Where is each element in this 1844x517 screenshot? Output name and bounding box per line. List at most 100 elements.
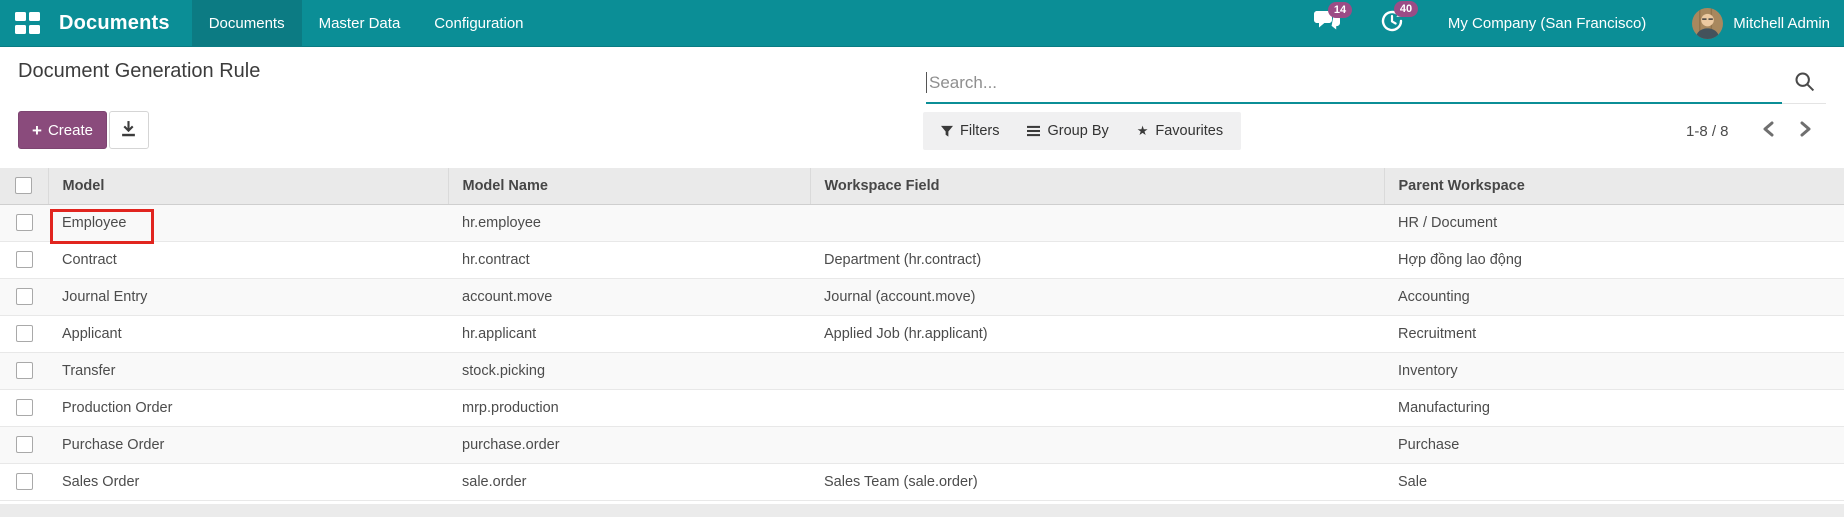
table-row[interactable]: Contract hr.contract Department (hr.cont…: [0, 241, 1844, 278]
row-checkbox-cell: [0, 204, 48, 241]
row-checkbox-cell: [0, 426, 48, 463]
cell-parent-workspace[interactable]: Hợp đồng lao động: [1384, 241, 1844, 278]
company-switcher[interactable]: My Company (San Francisco): [1448, 15, 1646, 32]
apps-grid-icon[interactable]: [15, 12, 41, 34]
cell-model-name[interactable]: stock.picking: [448, 352, 810, 389]
column-header-parent-workspace[interactable]: Parent Workspace: [1384, 168, 1844, 204]
table-row[interactable]: Employee hr.employee HR / Document: [0, 204, 1844, 241]
cell-parent-workspace[interactable]: Recruitment: [1384, 315, 1844, 352]
bottom-strip: [0, 504, 1844, 517]
filters-label: Filters: [960, 123, 999, 139]
cell-model[interactable]: Journal Entry: [48, 278, 448, 315]
pager-next-button[interactable]: [1793, 118, 1819, 144]
top-navbar: Documents Documents Master Data Configur…: [0, 0, 1844, 47]
cell-model[interactable]: Employee: [48, 204, 448, 241]
list-view: Model Model Name Workspace Field Parent …: [0, 168, 1844, 501]
control-panel: Document Generation Rule + Create Search…: [0, 47, 1844, 168]
table-row[interactable]: Journal Entry account.move Journal (acco…: [0, 278, 1844, 315]
cell-parent-workspace[interactable]: HR / Document: [1384, 204, 1844, 241]
select-all-checkbox[interactable]: [15, 177, 32, 194]
filters-button[interactable]: Filters: [941, 123, 999, 139]
table-row[interactable]: Sales Order sale.order Sales Team (sale.…: [0, 463, 1844, 500]
search-input[interactable]: Search...: [926, 63, 1782, 104]
create-button[interactable]: + Create: [18, 111, 107, 149]
row-checkbox[interactable]: [16, 325, 33, 342]
row-checkbox[interactable]: [16, 436, 33, 453]
table-row[interactable]: Transfer stock.picking Inventory: [0, 352, 1844, 389]
cell-workspace-field[interactable]: [810, 204, 1384, 241]
app-brand: Documents: [59, 12, 170, 35]
row-checkbox[interactable]: [16, 362, 33, 379]
cell-model[interactable]: Applicant: [48, 315, 448, 352]
cell-model[interactable]: Purchase Order: [48, 426, 448, 463]
cell-model[interactable]: Production Order: [48, 389, 448, 426]
activities-button[interactable]: 40: [1380, 9, 1404, 38]
row-checkbox[interactable]: [16, 399, 33, 416]
menu-item-configuration[interactable]: Configuration: [417, 0, 540, 47]
user-avatar[interactable]: [1692, 8, 1723, 39]
group-by-lines-icon: [1027, 125, 1040, 137]
chevron-left-icon: [1762, 121, 1774, 142]
export-button[interactable]: [109, 111, 149, 149]
star-icon: ★: [1137, 123, 1149, 139]
cell-model-name[interactable]: hr.contract: [448, 241, 810, 278]
chat-bubbles-icon: [1314, 19, 1340, 36]
row-checkbox[interactable]: [16, 251, 33, 268]
page-title: Document Generation Rule: [18, 60, 260, 83]
cell-parent-workspace[interactable]: Sale: [1384, 463, 1844, 500]
activities-count-badge: 40: [1394, 1, 1418, 17]
create-button-label: Create: [48, 122, 93, 139]
row-checkbox[interactable]: [16, 288, 33, 305]
cell-model-name[interactable]: account.move: [448, 278, 810, 315]
cell-model-name[interactable]: sale.order: [448, 463, 810, 500]
cell-model[interactable]: Contract: [48, 241, 448, 278]
cell-workspace-field[interactable]: Applied Job (hr.applicant): [810, 315, 1384, 352]
cell-parent-workspace[interactable]: Manufacturing: [1384, 389, 1844, 426]
cell-model-name[interactable]: hr.employee: [448, 204, 810, 241]
funnel-icon: [941, 125, 953, 138]
cell-parent-workspace[interactable]: Accounting: [1384, 278, 1844, 315]
row-checkbox-cell: [0, 278, 48, 315]
navbar-left: Documents Documents Master Data Configur…: [0, 0, 541, 46]
table-row[interactable]: Production Order mrp.production Manufact…: [0, 389, 1844, 426]
cell-model[interactable]: Sales Order: [48, 463, 448, 500]
cell-workspace-field[interactable]: Department (hr.contract): [810, 241, 1384, 278]
search-placeholder: Search...: [929, 73, 997, 93]
cell-model-name[interactable]: hr.applicant: [448, 315, 810, 352]
table-row[interactable]: Applicant hr.applicant Applied Job (hr.a…: [0, 315, 1844, 352]
action-buttons: + Create: [18, 111, 149, 149]
user-menu[interactable]: Mitchell Admin: [1733, 15, 1830, 32]
filter-toolbar: Filters Group By ★ Favourites: [923, 112, 1241, 150]
cell-model[interactable]: Transfer: [48, 352, 448, 389]
messages-button[interactable]: 14: [1314, 10, 1340, 37]
row-checkbox-cell: [0, 315, 48, 352]
row-checkbox[interactable]: [16, 473, 33, 490]
cell-workspace-field[interactable]: [810, 389, 1384, 426]
cell-parent-workspace[interactable]: Inventory: [1384, 352, 1844, 389]
navbar-right: 14 40 My Company (San Francisco) Mitc: [1314, 0, 1844, 46]
cell-workspace-field[interactable]: [810, 352, 1384, 389]
row-checkbox-cell: [0, 389, 48, 426]
cell-model-name[interactable]: mrp.production: [448, 389, 810, 426]
row-checkbox[interactable]: [16, 214, 33, 231]
menu-item-master-data[interactable]: Master Data: [302, 0, 418, 47]
table-row[interactable]: Purchase Order purchase.order Purchase: [0, 426, 1844, 463]
table-header-row: Model Model Name Workspace Field Parent …: [0, 168, 1844, 204]
cell-workspace-field[interactable]: Sales Team (sale.order): [810, 463, 1384, 500]
row-checkbox-cell: [0, 352, 48, 389]
cell-workspace-field[interactable]: [810, 426, 1384, 463]
group-by-button[interactable]: Group By: [1027, 123, 1108, 139]
cell-workspace-field[interactable]: Journal (account.move): [810, 278, 1384, 315]
pager: 1-8 / 8: [1686, 112, 1819, 150]
pager-previous-button[interactable]: [1755, 118, 1781, 144]
search-submit-button[interactable]: [1782, 63, 1826, 104]
menu-item-documents[interactable]: Documents: [192, 0, 302, 47]
column-header-workspace-field[interactable]: Workspace Field: [810, 168, 1384, 204]
cell-parent-workspace[interactable]: Purchase: [1384, 426, 1844, 463]
column-header-model-name[interactable]: Model Name: [448, 168, 810, 204]
cell-model-name[interactable]: purchase.order: [448, 426, 810, 463]
column-header-model[interactable]: Model: [48, 168, 448, 204]
favourites-button[interactable]: ★ Favourites: [1137, 123, 1223, 139]
search-bar: Search...: [926, 63, 1826, 104]
row-checkbox-cell: [0, 241, 48, 278]
